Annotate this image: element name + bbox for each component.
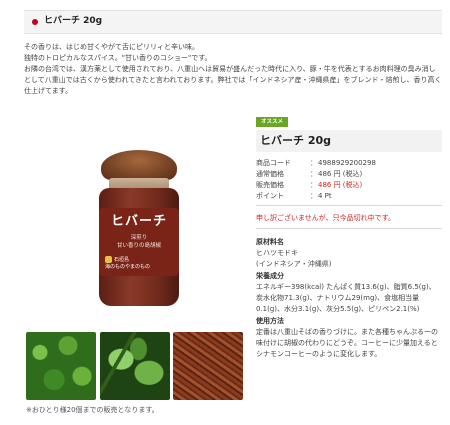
divider bbox=[256, 228, 442, 229]
usage-text: 定番は八重山そばの香りづけに。また各種ちゃんぷるーの味付けに胡椒の代わりにどうぞ… bbox=[256, 328, 438, 358]
description-line: 独特のトロピカルなスパイス。"甘い香りのコショー"です。 bbox=[24, 54, 212, 62]
sale-price-value: 486 円 (税込) bbox=[318, 181, 363, 189]
info-row-regular-price: 通常価格 ： 486 円 (税込) bbox=[256, 169, 442, 180]
info-row-code: 商品コード ： 4988929200298 bbox=[256, 158, 442, 169]
recommend-badge: オススメ bbox=[256, 117, 289, 127]
product-page: ヒバーチ 20g その香りは、はじめ甘くやがて舌にピリリィと辛い味。 独特のトロ… bbox=[0, 0, 450, 425]
divider bbox=[256, 205, 442, 206]
product-title-bar: ヒバーチ 20g bbox=[256, 130, 442, 152]
ingredients-text: ヒハツモドキ (インドネシア・沖縄県) bbox=[256, 249, 332, 268]
bullet-dot-icon bbox=[32, 19, 38, 25]
product-details: 原材料名 ヒハツモドキ (インドネシア・沖縄県) 栄養成分 エネルギー398(k… bbox=[256, 236, 442, 360]
info-value: 4 Pt bbox=[318, 192, 332, 200]
jar-label-sub: 深煎り 甘い香りの島胡椒 bbox=[116, 235, 161, 249]
product-description: その香りは、はじめ甘くやがて舌にピリリィと辛い味。 独特のトロピカルなスパイス。… bbox=[24, 42, 442, 97]
info-value: 486 円 (税込) bbox=[318, 170, 363, 178]
description-line: お隣の台湾では、漢方薬として使用されており、八重山へは貿易が盛んだった時代に入り… bbox=[24, 65, 442, 95]
nutrition-heading: 栄養成分 bbox=[256, 272, 284, 280]
product-info-table: 商品コード ： 4988929200298 通常価格 ： 486 円 (税込) … bbox=[256, 158, 442, 202]
info-colon: ： bbox=[310, 192, 317, 200]
info-label: 通常価格 bbox=[256, 170, 284, 178]
info-label: ポイント bbox=[256, 192, 284, 200]
info-colon: ： bbox=[310, 170, 317, 178]
soldout-message: 申し訳ございませんが、只今品切れ中です。 bbox=[256, 214, 395, 222]
info-label: 商品コード bbox=[256, 159, 291, 167]
jar-label-main: ヒバーチ bbox=[110, 214, 167, 229]
nutrition-text: エネルギー398(kcal) たんぱく質13.6(g)、脂質6.5(g)、炭水化… bbox=[256, 283, 436, 313]
purchase-limit-note: ※おひとり様20個までの販売となります。 bbox=[26, 406, 159, 414]
page-header: ヒバーチ 20g bbox=[24, 10, 442, 34]
thumb-fruit-photo[interactable] bbox=[100, 332, 170, 400]
info-row-points: ポイント ： 4 Pt bbox=[256, 191, 442, 202]
brand-logo-icon bbox=[105, 256, 112, 263]
ingredients-heading: 原材料名 bbox=[256, 238, 284, 246]
thumb-dried-peppers-photo[interactable] bbox=[173, 332, 243, 400]
usage-heading: 使用方法 bbox=[256, 317, 284, 325]
info-colon: ： bbox=[310, 159, 317, 167]
description-line: その香りは、はじめ甘くやがて舌にピリリィと辛い味。 bbox=[24, 43, 199, 51]
product-title: ヒバーチ 20g bbox=[260, 134, 332, 147]
info-colon: ： bbox=[310, 181, 317, 189]
info-row-sale-price: 販売価格 ： 486 円 (税込) bbox=[256, 180, 442, 191]
product-image[interactable]: ヒバーチ 深煎り 甘い香りの島胡椒 石垣島 海のものやまのもの bbox=[95, 150, 183, 308]
thumb-leaves-photo[interactable] bbox=[26, 332, 96, 400]
jar-cap bbox=[101, 150, 177, 180]
info-value: 4988929200298 bbox=[318, 159, 376, 167]
page-title: ヒバーチ 20g bbox=[44, 16, 103, 26]
jar-label-brand: 石垣島 海のものやまのもの bbox=[105, 256, 173, 271]
info-label: 販売価格 bbox=[256, 181, 284, 189]
